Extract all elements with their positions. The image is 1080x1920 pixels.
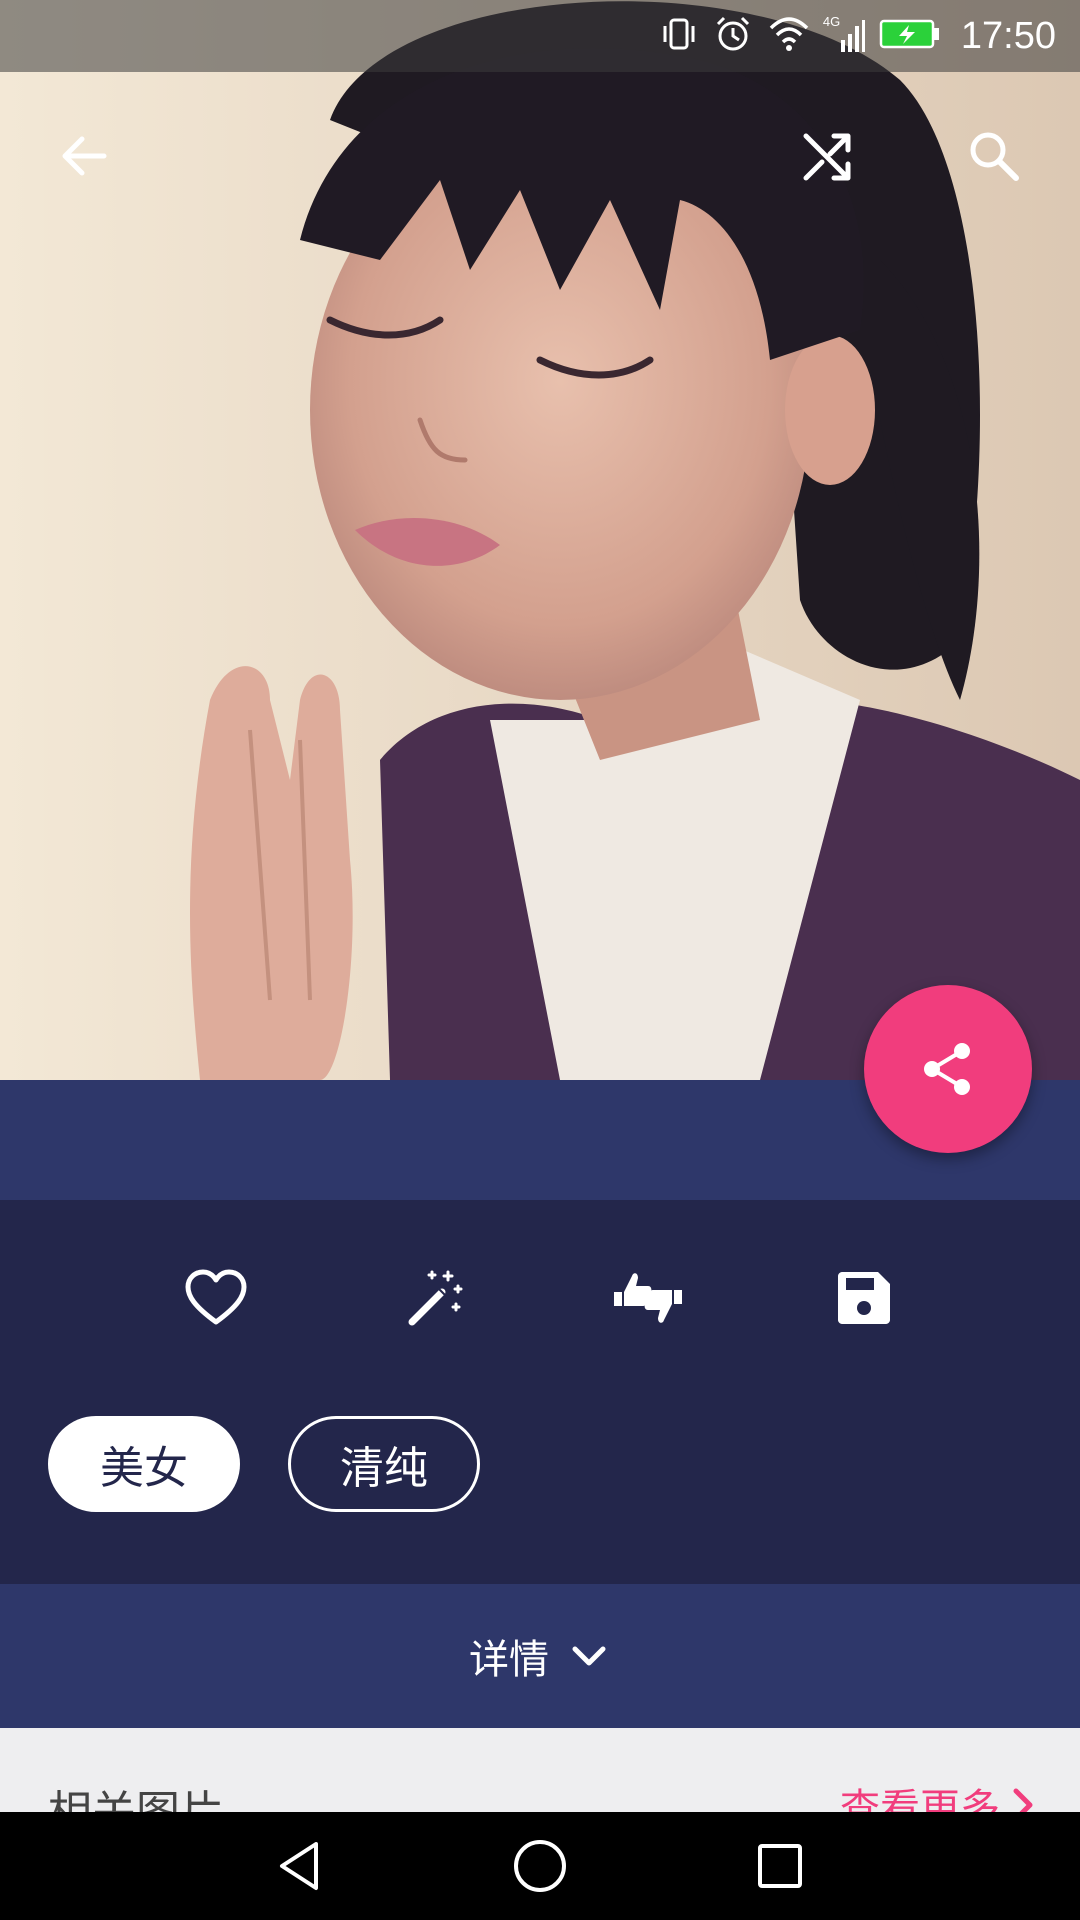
share-fab[interactable] [864, 985, 1032, 1153]
shuffle-icon [803, 133, 851, 181]
rate-button[interactable] [600, 1250, 696, 1346]
status-icons: 4G 17:50 [659, 0, 1056, 72]
related-section: 相关图片 查看更多 [0, 1728, 1080, 1812]
screen: 4G 17:50 美女 清纯 详情 查看更多 [0, 0, 1080, 1920]
nav-back-icon [280, 1842, 318, 1890]
status-time: 17:50 [960, 14, 1056, 57]
alarm-icon [713, 14, 753, 58]
favorite-button[interactable] [168, 1250, 264, 1346]
nav-recents-icon [758, 1844, 802, 1888]
nav-home-button[interactable] [492, 1818, 588, 1914]
action-row [0, 1250, 1080, 1346]
search-button[interactable] [946, 108, 1042, 204]
tag-chip[interactable]: 清纯 [288, 1416, 480, 1512]
back-arrow-icon [62, 136, 107, 176]
system-nav-bar [0, 1812, 1080, 1920]
save-icon [838, 1272, 890, 1324]
search-icon [970, 132, 1019, 181]
magic-edit-button[interactable] [386, 1250, 482, 1346]
related-title: 相关图片 [48, 1776, 224, 1812]
thumbs-up-down-icon [614, 1273, 682, 1323]
battery-charging-icon [879, 17, 941, 55]
nav-home-icon [514, 1840, 566, 1892]
share-icon [924, 1043, 970, 1095]
nav-back-button[interactable] [252, 1818, 348, 1914]
shuffle-button[interactable] [780, 108, 876, 204]
details-label: 详情 [469, 1637, 549, 1683]
tag-list: 美女 清纯 [48, 1416, 480, 1512]
top-app-bar [0, 72, 1080, 240]
see-more-link[interactable]: 查看更多 [840, 1776, 1038, 1812]
chevron-right-icon [1013, 1788, 1033, 1812]
wifi-icon [767, 14, 811, 58]
magic-wand-icon [408, 1270, 463, 1326]
details-toggle[interactable]: 详情 [0, 1584, 1080, 1728]
vibrate-icon [659, 14, 699, 58]
save-button[interactable] [816, 1250, 912, 1346]
tag-chip-selected[interactable]: 美女 [48, 1416, 240, 1512]
chevron-down-icon [572, 1646, 606, 1666]
nav-recents-button[interactable] [732, 1818, 828, 1914]
heart-icon [185, 1269, 247, 1325]
network-type-label: 4G [822, 14, 841, 29]
actions-panel: 美女 清纯 [0, 1200, 1080, 1584]
cellular-signal-icon: 4G [822, 14, 865, 56]
status-bar: 4G 17:50 [0, 0, 1080, 72]
see-more-label: 查看更多 [840, 1786, 1000, 1812]
back-button[interactable] [36, 108, 132, 204]
